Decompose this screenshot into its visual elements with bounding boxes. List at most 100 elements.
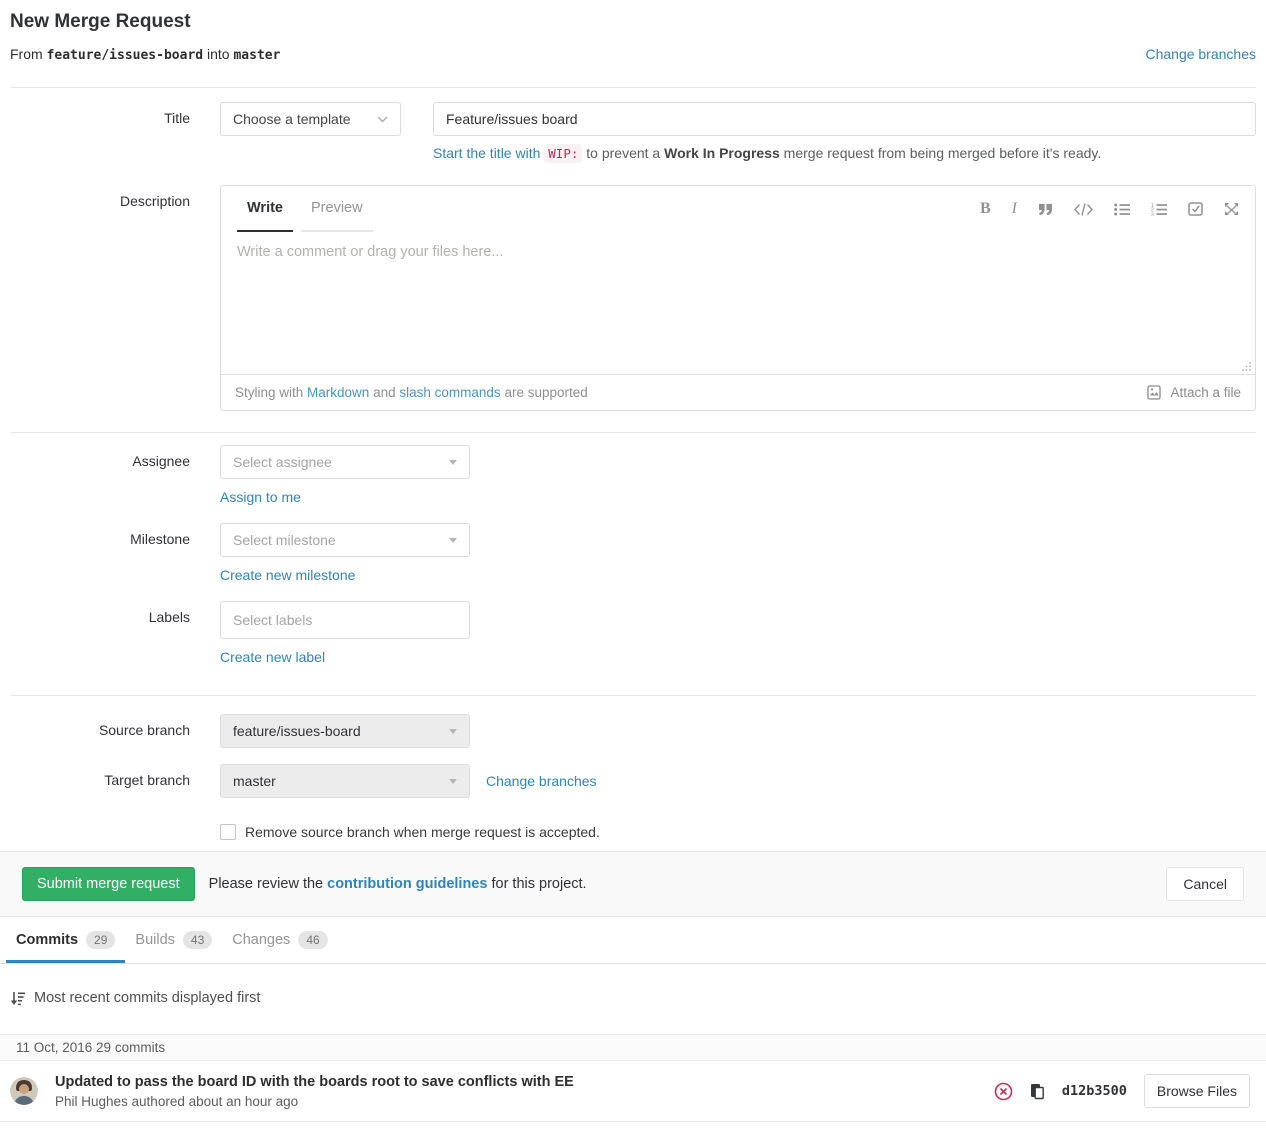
milestone-row: Milestone Select milestone bbox=[10, 523, 1256, 557]
labels-label: Labels bbox=[10, 601, 190, 639]
code-icon[interactable] bbox=[1074, 203, 1093, 216]
page-title: New Merge Request bbox=[10, 11, 1256, 33]
caret-down-icon bbox=[449, 729, 457, 734]
description-label: Description bbox=[10, 185, 190, 411]
styling-note-post: are supported bbox=[504, 385, 587, 400]
bulleted-list-icon[interactable] bbox=[1114, 203, 1130, 216]
divider bbox=[10, 432, 1256, 433]
commit-sha[interactable]: d12b3500 bbox=[1062, 1083, 1127, 1099]
commit-info: Updated to pass the board ID with the bo… bbox=[55, 1073, 574, 1109]
tab-builds[interactable]: Builds 43 bbox=[125, 917, 222, 963]
copy-sha-icon[interactable] bbox=[1030, 1083, 1045, 1100]
wip-code: WIP: bbox=[544, 144, 582, 163]
caret-down-icon bbox=[449, 460, 457, 465]
assignee-select-value: Select assignee bbox=[233, 454, 332, 470]
markdown-link[interactable]: Markdown bbox=[307, 385, 369, 400]
target-branch-name: master bbox=[233, 48, 280, 63]
assign-to-me-link[interactable]: Assign to me bbox=[220, 489, 301, 505]
create-milestone-link[interactable]: Create new milestone bbox=[220, 567, 355, 583]
remove-source-branch-row: Remove source branch when merge request … bbox=[220, 824, 1256, 840]
tab-commits[interactable]: Commits 29 bbox=[6, 917, 125, 963]
commit-meta: Phil Hughes authored about an hour ago bbox=[55, 1094, 574, 1109]
italic-icon[interactable]: I bbox=[1012, 200, 1017, 218]
review-note: Please review the contribution guideline… bbox=[209, 876, 587, 892]
browse-files-button[interactable]: Browse Files bbox=[1144, 1074, 1250, 1108]
styling-note-pre: Styling with bbox=[235, 385, 303, 400]
caret-down-icon bbox=[449, 779, 457, 784]
remove-source-branch-checkbox[interactable] bbox=[220, 824, 236, 840]
form-actions: Submit merge request Please review the c… bbox=[0, 851, 1266, 917]
sort-descending-icon bbox=[10, 991, 25, 1006]
tab-changes-label: Changes bbox=[232, 932, 290, 948]
labels-input[interactable] bbox=[220, 601, 470, 639]
markdown-editor-footer: Styling with Markdown and slash commands… bbox=[221, 374, 1255, 410]
title-row: Title Choose a template Start the title … bbox=[10, 102, 1256, 161]
slash-commands-link[interactable]: slash commands bbox=[399, 385, 500, 400]
title-label: Title bbox=[10, 102, 190, 161]
from-label: From bbox=[10, 46, 43, 62]
into-label: into bbox=[207, 46, 230, 62]
description-textarea[interactable] bbox=[221, 232, 1255, 374]
tab-write[interactable]: Write bbox=[237, 186, 293, 232]
target-branch-select-value: master bbox=[233, 773, 276, 789]
bold-icon[interactable]: B bbox=[980, 200, 991, 218]
cancel-button[interactable]: Cancel bbox=[1166, 867, 1244, 901]
styling-note-and: and bbox=[373, 385, 396, 400]
quote-icon[interactable] bbox=[1038, 203, 1053, 216]
fullscreen-icon[interactable] bbox=[1224, 202, 1239, 216]
resize-grip-icon[interactable] bbox=[1241, 361, 1252, 372]
branch-summary: From feature/issues-board into master Ch… bbox=[10, 46, 1256, 63]
markdown-toolbar: B I 123 bbox=[980, 186, 1239, 232]
task-list-icon[interactable] bbox=[1188, 202, 1203, 216]
wip-hint-bold: Work In Progress bbox=[664, 145, 780, 161]
source-branch-label: Source branch bbox=[10, 714, 190, 748]
source-branch-select-value: feature/issues-board bbox=[233, 723, 361, 739]
wip-hint-rest: merge request from being merged before i… bbox=[784, 145, 1102, 161]
contribution-guidelines-link[interactable]: contribution guidelines bbox=[327, 876, 487, 892]
divider bbox=[10, 695, 1256, 696]
tab-preview[interactable]: Preview bbox=[301, 186, 373, 232]
source-branch-select: feature/issues-board bbox=[220, 714, 470, 748]
markdown-editor: Write Preview B I bbox=[220, 185, 1256, 411]
caret-down-icon bbox=[449, 538, 457, 543]
template-select[interactable]: Choose a template bbox=[220, 102, 401, 136]
markdown-editor-body bbox=[221, 232, 1255, 374]
change-branches-link[interactable]: Change branches bbox=[486, 773, 597, 789]
commit-date-header: 11 Oct, 2016 29 commits bbox=[0, 1034, 1266, 1061]
avatar bbox=[10, 1077, 38, 1105]
wip-hint: Start the title with WIP: to prevent a W… bbox=[433, 145, 1256, 161]
attach-file-icon bbox=[1147, 385, 1163, 400]
commit-title[interactable]: Updated to pass the board ID with the bo… bbox=[55, 1073, 574, 1091]
assignee-select[interactable]: Select assignee bbox=[220, 445, 470, 479]
attach-file-button[interactable]: Attach a file bbox=[1147, 385, 1241, 400]
review-note-post: for this project. bbox=[491, 876, 586, 892]
ci-failed-icon[interactable] bbox=[994, 1082, 1013, 1101]
new-merge-request-page: New Merge Request From feature/issues-bo… bbox=[0, 11, 1266, 840]
wip-hint-link[interactable]: Start the title with bbox=[433, 145, 540, 161]
numbered-list-icon[interactable]: 123 bbox=[1151, 203, 1167, 216]
attach-file-label: Attach a file bbox=[1170, 385, 1241, 400]
labels-row: Labels bbox=[10, 601, 1256, 639]
target-branch-row: Target branch master Change branches bbox=[10, 764, 1256, 798]
markdown-editor-header: Write Preview B I bbox=[221, 186, 1255, 232]
chevron-down-icon bbox=[377, 116, 388, 123]
title-input[interactable] bbox=[433, 102, 1256, 136]
tab-commits-label: Commits bbox=[16, 932, 78, 948]
change-branches-link-top[interactable]: Change branches bbox=[1145, 46, 1256, 62]
milestone-label: Milestone bbox=[10, 523, 190, 557]
merge-request-tabs: Commits 29 Builds 43 Changes 46 bbox=[0, 917, 1266, 964]
tab-changes[interactable]: Changes 46 bbox=[222, 917, 337, 963]
commit-row: Updated to pass the board ID with the bo… bbox=[0, 1061, 1266, 1122]
commit-actions: d12b3500 Browse Files bbox=[994, 1074, 1250, 1108]
commit-sort-note-label: Most recent commits displayed first bbox=[34, 990, 260, 1006]
assignee-label: Assignee bbox=[10, 445, 190, 479]
assignee-row: Assignee Select assignee bbox=[10, 445, 1256, 479]
milestone-select-value: Select milestone bbox=[233, 532, 336, 548]
submit-merge-request-button[interactable]: Submit merge request bbox=[22, 867, 195, 901]
milestone-select[interactable]: Select milestone bbox=[220, 523, 470, 557]
create-label-link[interactable]: Create new label bbox=[220, 649, 325, 665]
target-branch-label: Target branch bbox=[10, 764, 190, 798]
source-branch-name: feature/issues-board bbox=[47, 48, 204, 63]
tab-builds-label: Builds bbox=[135, 932, 175, 948]
wip-hint-mid: to prevent a bbox=[586, 145, 660, 161]
